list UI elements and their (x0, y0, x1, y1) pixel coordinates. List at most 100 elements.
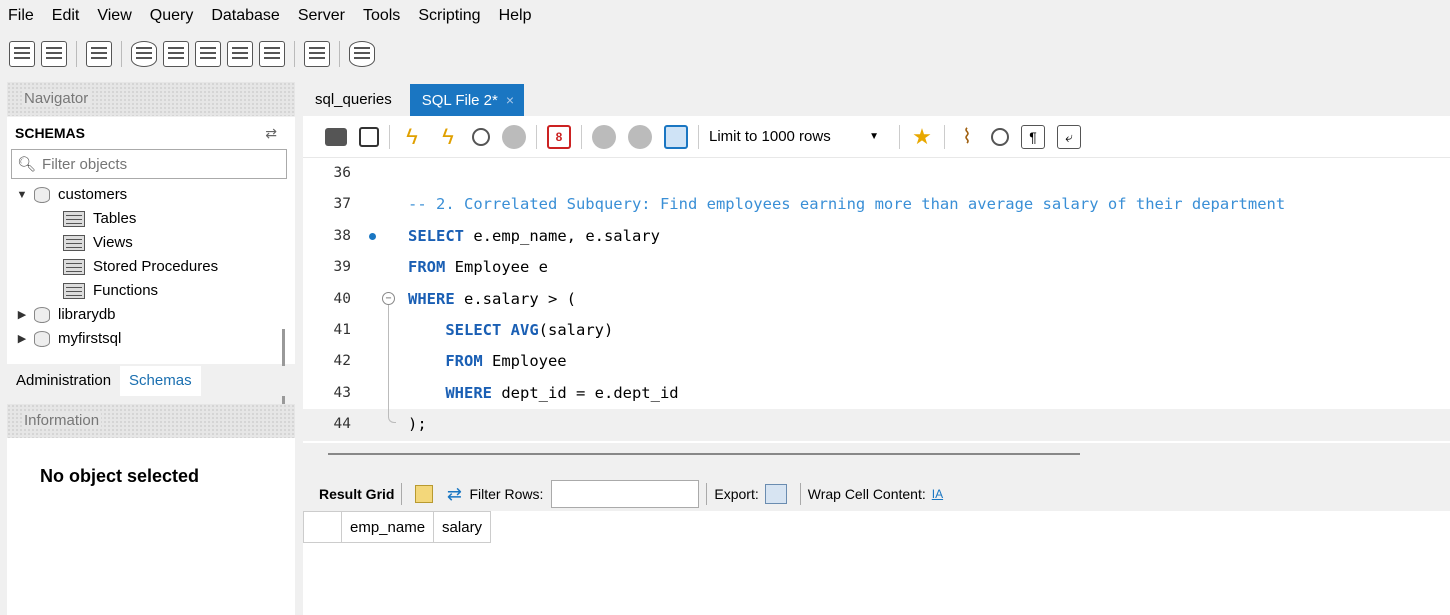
limit-rows-select[interactable]: Limit to 1000 rows ▼ (709, 124, 889, 150)
tree-item-stored-procedures[interactable]: Stored Procedures (7, 255, 295, 279)
tree-item-myfirstsql[interactable]: ▶ myfirstsql (7, 327, 295, 351)
filter-rows-label: Filter Rows: (469, 486, 544, 502)
rollback-icon[interactable] (628, 124, 652, 149)
close-tab-icon[interactable]: × (506, 92, 514, 108)
row-header-cell[interactable] (303, 511, 342, 543)
add-snippet-icon[interactable]: ★ (910, 124, 934, 149)
menu-server[interactable]: Server (289, 0, 354, 32)
schema-name: myfirstsql (58, 330, 122, 347)
code-line[interactable]: 38 SELECT e.emp_name, e.salary (303, 221, 1450, 252)
execute-current-icon[interactable]: ϟ (436, 124, 460, 149)
code-line[interactable]: 44); (303, 409, 1450, 441)
menu-database[interactable]: Database (202, 0, 289, 32)
form-editor-icon[interactable] (415, 485, 434, 503)
column-header[interactable]: salary (433, 511, 492, 543)
fold-toggle-icon[interactable]: − (382, 291, 395, 305)
tab-administration[interactable]: Administration (7, 366, 120, 396)
filter-objects-field[interactable]: 🔍︎ (11, 149, 287, 179)
code-line[interactable]: 39 FROM Employee e (303, 252, 1450, 283)
code-gutter[interactable] (351, 409, 408, 440)
code-text: ); (408, 409, 427, 440)
fold-line (388, 346, 389, 378)
commit-icon[interactable] (592, 124, 616, 149)
tab-sql-queries[interactable]: sql_queries (303, 84, 404, 116)
code-gutter[interactable] (351, 314, 408, 347)
horizontal-scrollbar[interactable] (328, 453, 1080, 455)
find-icon[interactable] (991, 127, 1009, 146)
create-procedure-icon[interactable] (227, 41, 253, 67)
menu-scripting[interactable]: Scripting (409, 0, 489, 32)
code-line[interactable]: 41 SELECT AVG(salary) (303, 314, 1450, 347)
menu-tools[interactable]: Tools (354, 0, 409, 32)
code-gutter[interactable] (351, 377, 408, 410)
autocommit-icon[interactable] (664, 124, 688, 149)
line-number: 41 (333, 321, 351, 338)
new-sql-tab-icon[interactable] (9, 41, 35, 67)
tree-item-librarydb[interactable]: ▶ librarydb (7, 303, 295, 327)
code-gutter[interactable] (351, 189, 408, 220)
code-line[interactable]: 36 (303, 158, 1450, 189)
schema-name: customers (58, 186, 128, 203)
sql-keyword: AVG (510, 320, 539, 339)
create-view-icon[interactable] (195, 41, 221, 67)
save-icon[interactable] (359, 126, 379, 147)
invisible-characters-icon[interactable]: ¶ (1021, 124, 1045, 149)
beautify-icon[interactable]: ⌇ (955, 125, 979, 149)
collapse-arrow-icon[interactable]: ▶ (14, 303, 30, 327)
collapse-arrow-icon[interactable]: ▶ (14, 327, 30, 351)
code-gutter[interactable]: − (351, 284, 408, 316)
fold-end-icon (388, 409, 396, 424)
tab-label: SQL File 2* (421, 92, 498, 109)
refresh-icon[interactable]: ⇄ (265, 117, 277, 149)
code-line[interactable]: 40 − WHERE e.salary > ( (303, 284, 1450, 316)
code-line[interactable]: 43 WHERE dept_id = e.dept_id (303, 377, 1450, 410)
menu-view[interactable]: View (88, 0, 140, 32)
code-gutter[interactable] (351, 252, 408, 283)
tree-item-views[interactable]: Views (7, 231, 295, 255)
explain-icon[interactable] (472, 127, 490, 146)
filter-rows-input[interactable] (551, 480, 700, 508)
menu-file[interactable]: File (0, 0, 43, 32)
line-number: 39 (333, 259, 351, 276)
sql-code-editor[interactable]: 36 37 -- 2. Correlated Subquery: Find empl… (303, 158, 1450, 443)
word-wrap-icon[interactable]: ⤶ (1057, 124, 1081, 149)
toggle-continue-on-error-icon[interactable]: 8 (547, 124, 571, 149)
menu-help[interactable]: Help (490, 0, 541, 32)
filter-objects-input[interactable] (42, 155, 273, 173)
code-gutter[interactable] (351, 346, 408, 378)
line-number: 42 (333, 353, 351, 370)
create-function-icon[interactable] (259, 41, 285, 67)
result-grid-tab[interactable]: Result Grid (319, 486, 394, 502)
tree-item-customers[interactable]: ▼ customers (7, 183, 295, 207)
tab-schemas[interactable]: Schemas (120, 366, 201, 396)
menu-query[interactable]: Query (141, 0, 203, 32)
expand-arrow-icon[interactable]: ▼ (14, 183, 30, 207)
tree-item-tables[interactable]: Tables (7, 207, 295, 231)
refresh-icon[interactable]: ⇄ (445, 485, 463, 503)
code-line[interactable]: 42 FROM Employee (303, 346, 1450, 378)
create-table-icon[interactable] (163, 41, 189, 67)
menu-edit[interactable]: Edit (43, 0, 89, 32)
search-table-data-icon[interactable] (304, 41, 330, 67)
code-gutter[interactable] (351, 158, 408, 189)
sql-text: Employee e (445, 258, 548, 277)
execute-icon[interactable]: ϟ (400, 124, 424, 149)
create-schema-icon[interactable] (131, 41, 157, 67)
column-header[interactable]: emp_name (340, 511, 435, 543)
stop-icon[interactable] (502, 124, 526, 149)
tab-sql-file-2[interactable]: SQL File 2* × (409, 84, 525, 116)
inspector-icon[interactable] (86, 41, 112, 67)
reconnect-icon[interactable] (349, 41, 375, 67)
export-icon[interactable] (764, 484, 787, 504)
tree-item-functions[interactable]: Functions (7, 279, 295, 303)
toolbar-separator (76, 41, 77, 67)
code-line[interactable]: 37 -- 2. Correlated Subquery: Find employ… (303, 189, 1450, 220)
open-sql-script-icon[interactable] (41, 41, 67, 67)
editor-splitter[interactable] (303, 443, 1450, 475)
wrap-cell-icon[interactable]: IA (932, 485, 950, 503)
toolbar-separator (121, 41, 122, 67)
open-file-icon[interactable] (325, 127, 347, 146)
code-gutter[interactable] (351, 221, 408, 252)
toolbar-separator (294, 41, 295, 67)
